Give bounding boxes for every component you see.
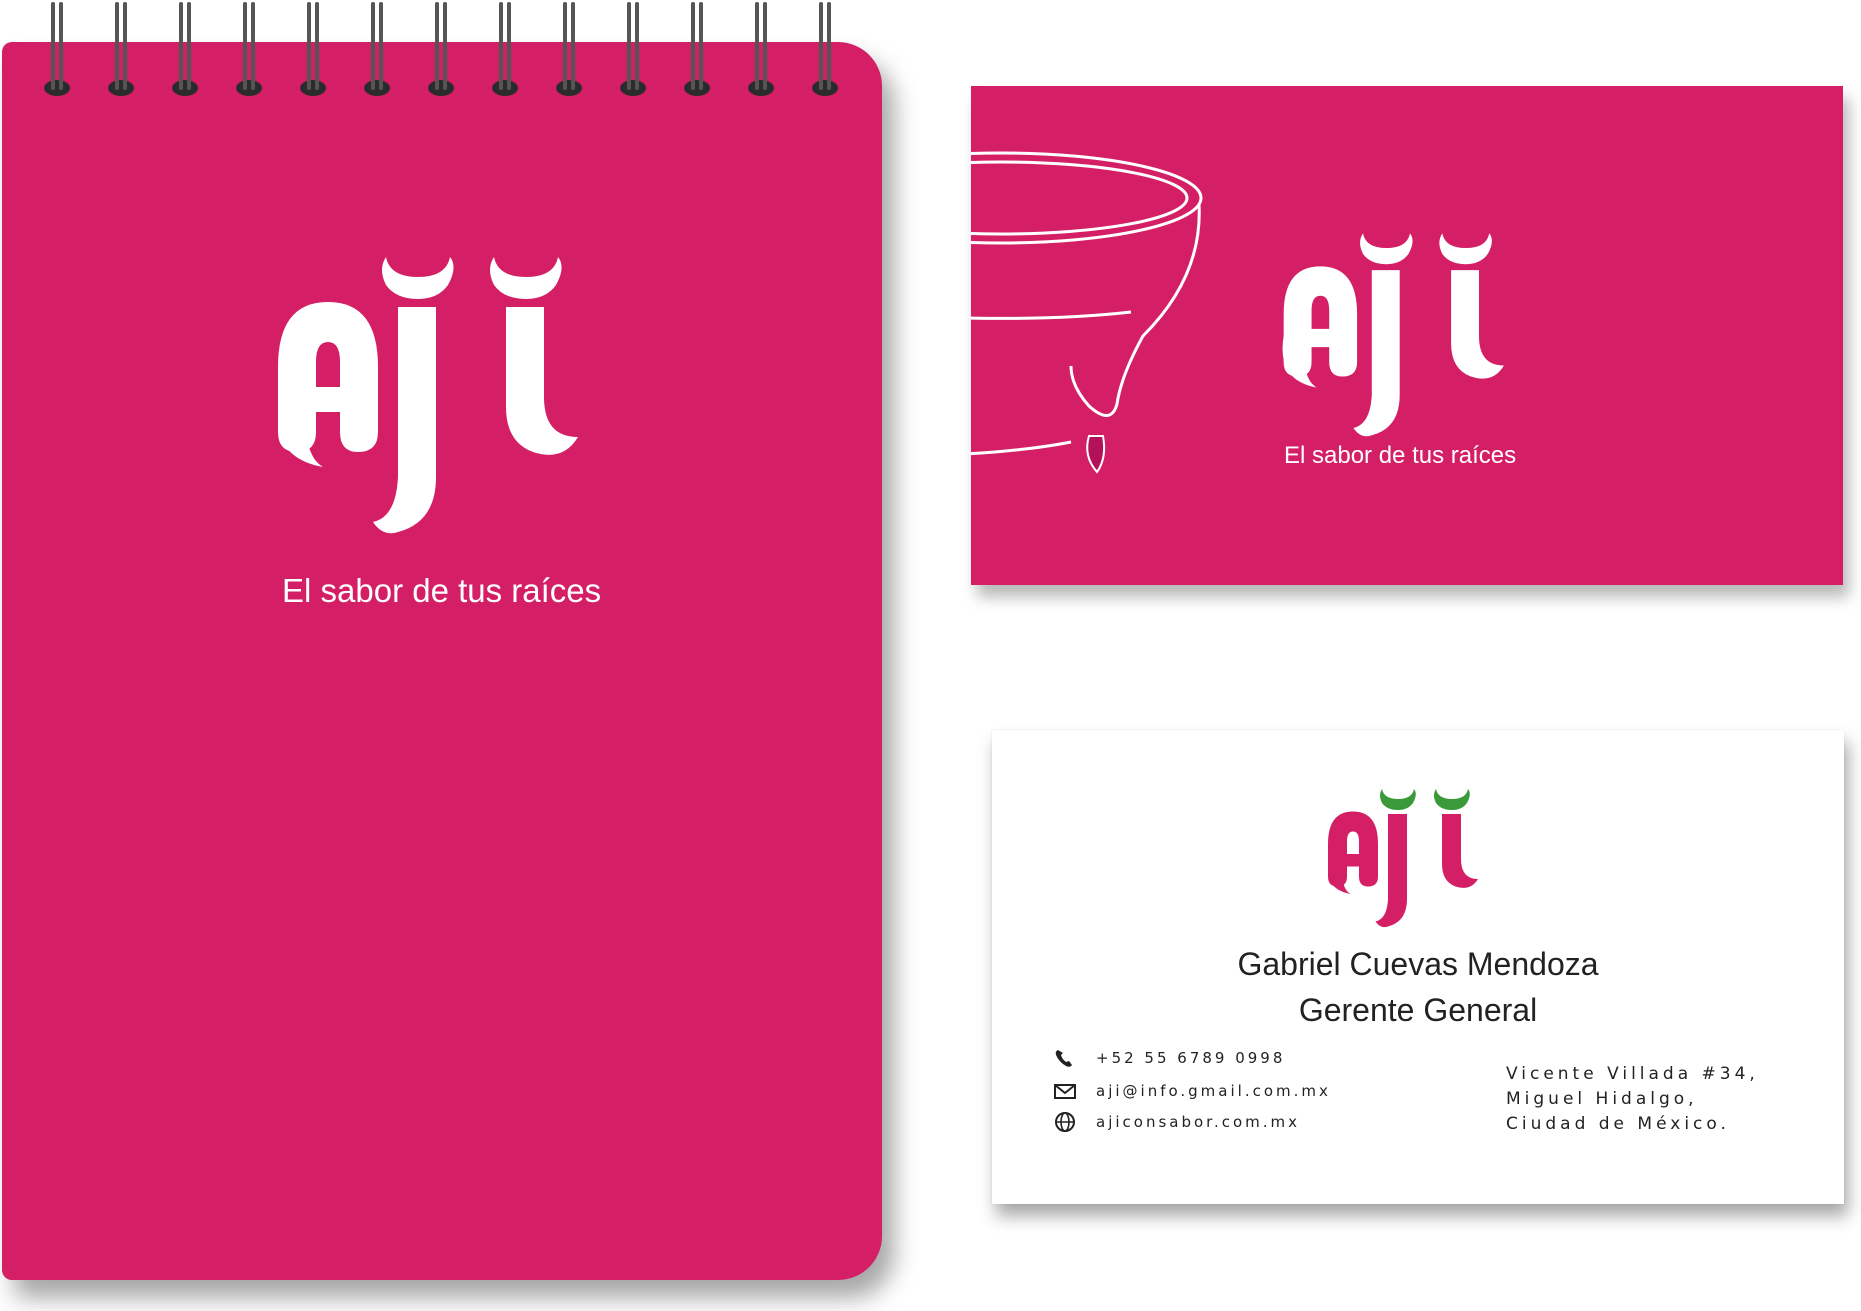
binding-ring bbox=[300, 2, 326, 96]
address-line: Miguel Hidalgo, bbox=[1506, 1089, 1698, 1109]
address-block: Vicente Villada #34, Miguel Hidalgo, Ciu… bbox=[1506, 1062, 1836, 1137]
binding-ring bbox=[172, 2, 198, 96]
tagline: El sabor de tus raíces bbox=[1284, 442, 1517, 469]
molcajete-illustration bbox=[971, 151, 1203, 474]
aji-logo-notebook bbox=[278, 257, 578, 534]
address-line: Ciudad de México. bbox=[1506, 1114, 1730, 1134]
binding-ring bbox=[428, 2, 454, 96]
aji-logo-color bbox=[1328, 789, 1478, 928]
binding-ring bbox=[44, 2, 70, 96]
person-name: Gabriel Cuevas Mendoza bbox=[1237, 946, 1599, 982]
phone-number: +52 55 6789 0998 bbox=[1096, 1049, 1286, 1067]
notebook-mockup: El sabor de tus raíces bbox=[2, 2, 882, 1280]
business-card-back: Gabriel Cuevas Mendoza Gerente General +… bbox=[992, 730, 1844, 1204]
binding-ring bbox=[620, 2, 646, 96]
contact-phone: +52 55 6789 0998 bbox=[1052, 1046, 1285, 1070]
binding-ring bbox=[684, 2, 710, 96]
binding-ring bbox=[812, 2, 838, 96]
address-line: Vicente Villada #34, bbox=[1506, 1064, 1759, 1084]
binding-ring bbox=[364, 2, 390, 96]
job-title: Gerente General bbox=[1298, 992, 1538, 1028]
binding-ring bbox=[236, 2, 262, 96]
aji-logo-card bbox=[1282, 233, 1504, 437]
binding-ring bbox=[108, 2, 134, 96]
phone-icon bbox=[1052, 1047, 1078, 1069]
globe-icon bbox=[1052, 1111, 1078, 1133]
website-url: ajiconsabor.com.mx bbox=[1096, 1113, 1301, 1131]
contact-email: aji@info.gmail.com.mx bbox=[1052, 1079, 1331, 1103]
binding-ring bbox=[748, 2, 774, 96]
contact-website: ajiconsabor.com.mx bbox=[1052, 1110, 1300, 1134]
binding-ring bbox=[492, 2, 518, 96]
spiral-binding bbox=[44, 2, 838, 96]
tagline: El sabor de tus raíces bbox=[282, 572, 602, 609]
email-address: aji@info.gmail.com.mx bbox=[1096, 1082, 1331, 1100]
binding-ring bbox=[556, 2, 582, 96]
mail-icon bbox=[1052, 1080, 1078, 1102]
business-card-front: El sabor de tus raíces bbox=[971, 86, 1843, 585]
